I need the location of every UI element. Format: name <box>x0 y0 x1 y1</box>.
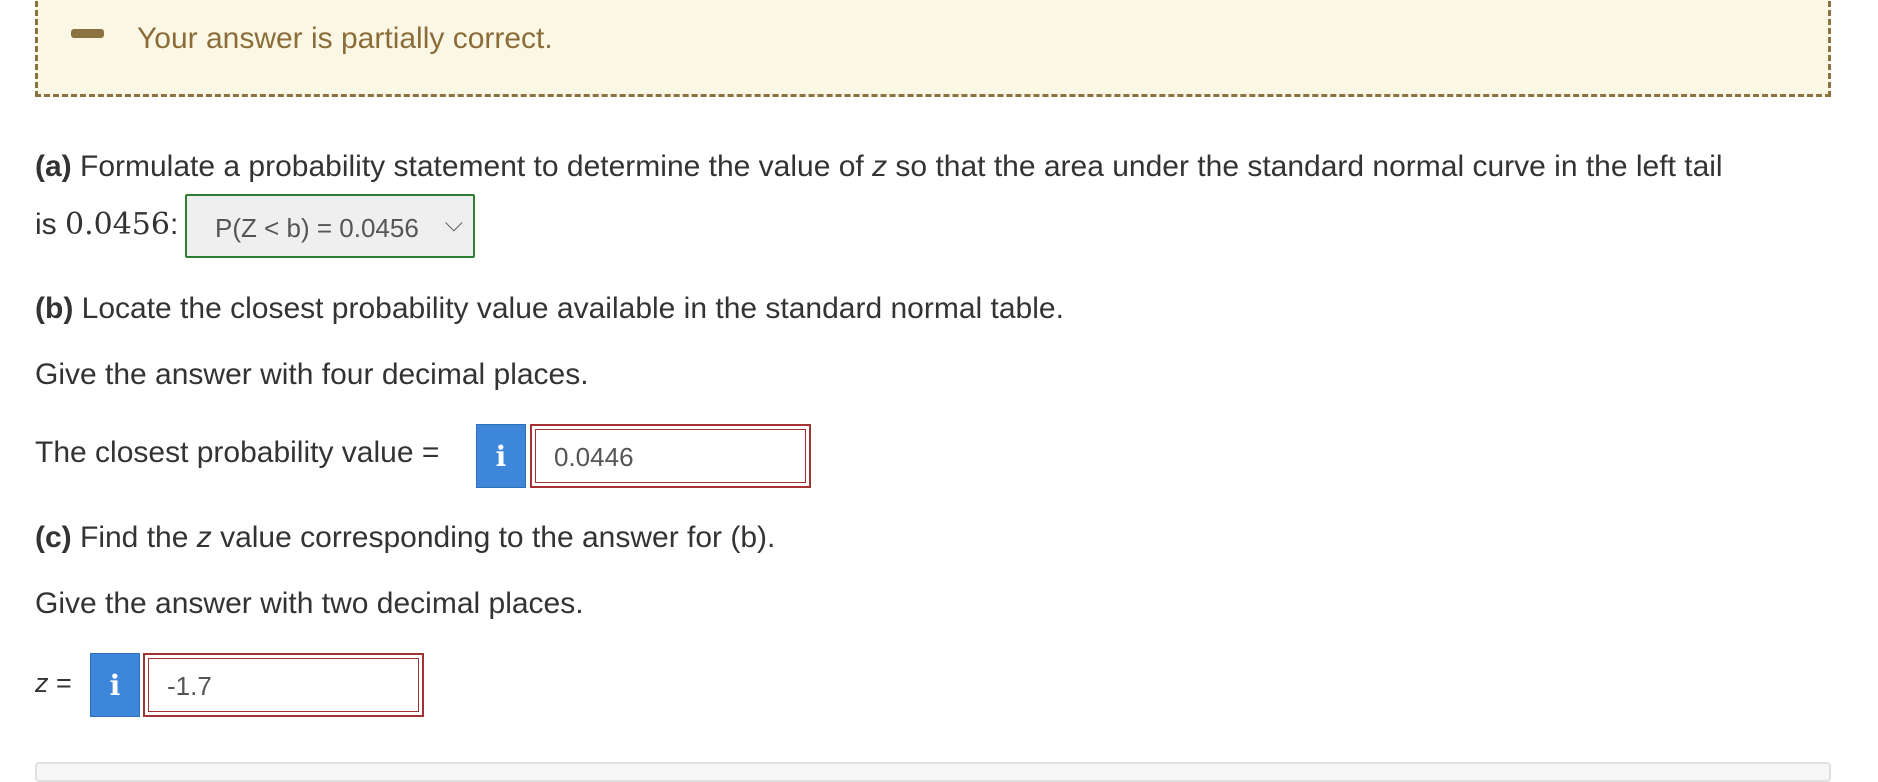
chevron-down-icon: ⌵ <box>444 210 463 237</box>
next-section-panel <box>35 762 1831 782</box>
partial-minus-icon <box>71 29 104 38</box>
part-b-prompt: The closest probability value = <box>35 436 440 469</box>
z-value: -1.7 <box>167 671 212 701</box>
probability-statement-select[interactable]: P(Z < b) = 0.0456 ⌵ <box>185 194 475 258</box>
part-c-instruction: Give the answer with two decimal places. <box>35 587 584 620</box>
part-b-text: Locate the closest probability value ava… <box>73 292 1064 325</box>
part-a-text-2: so that the area under the standard norm… <box>887 150 1723 183</box>
part-c-text-2: value corresponding to the answer for (b… <box>211 521 776 554</box>
part-b-question: (b) Locate the closest probability value… <box>35 292 1064 326</box>
part-c-question: (c) Find the z value corresponding to th… <box>35 521 775 555</box>
part-a-value: 0.0456 <box>65 207 170 242</box>
part-a-colon: : <box>169 208 179 241</box>
z-prompt: z = <box>35 668 72 699</box>
part-b-instruction: Give the answer with four decimal places… <box>35 358 589 391</box>
part-c-z-var: z <box>196 521 212 554</box>
info-button-c[interactable]: i <box>90 653 140 717</box>
part-a-label: (a) <box>35 150 72 183</box>
closest-probability-input[interactable]: 0.0446 <box>530 424 811 488</box>
feedback-message: Your answer is partially correct. <box>137 22 553 55</box>
z-prompt-var: z <box>35 668 49 698</box>
selected-option: P(Z < b) = 0.0456 <box>215 213 419 243</box>
part-a-prefix: is <box>35 208 65 241</box>
part-a-question: (a) Formulate a probability statement to… <box>35 150 1723 184</box>
z-value-input[interactable]: -1.7 <box>143 653 424 717</box>
part-b-label: (b) <box>35 292 74 325</box>
part-a-line2: is 0.0456: <box>35 207 178 242</box>
part-c-text-1: Find the <box>71 521 197 554</box>
info-button-b[interactable]: i <box>476 424 526 488</box>
feedback-banner: Your answer is partially correct. <box>35 0 1831 97</box>
z-prompt-eq: = <box>48 668 72 698</box>
part-a-z-var: z <box>872 150 888 183</box>
part-a-text-1: Formulate a probability statement to det… <box>71 150 873 183</box>
closest-probability-value: 0.0446 <box>554 442 634 472</box>
part-c-label: (c) <box>35 521 72 554</box>
